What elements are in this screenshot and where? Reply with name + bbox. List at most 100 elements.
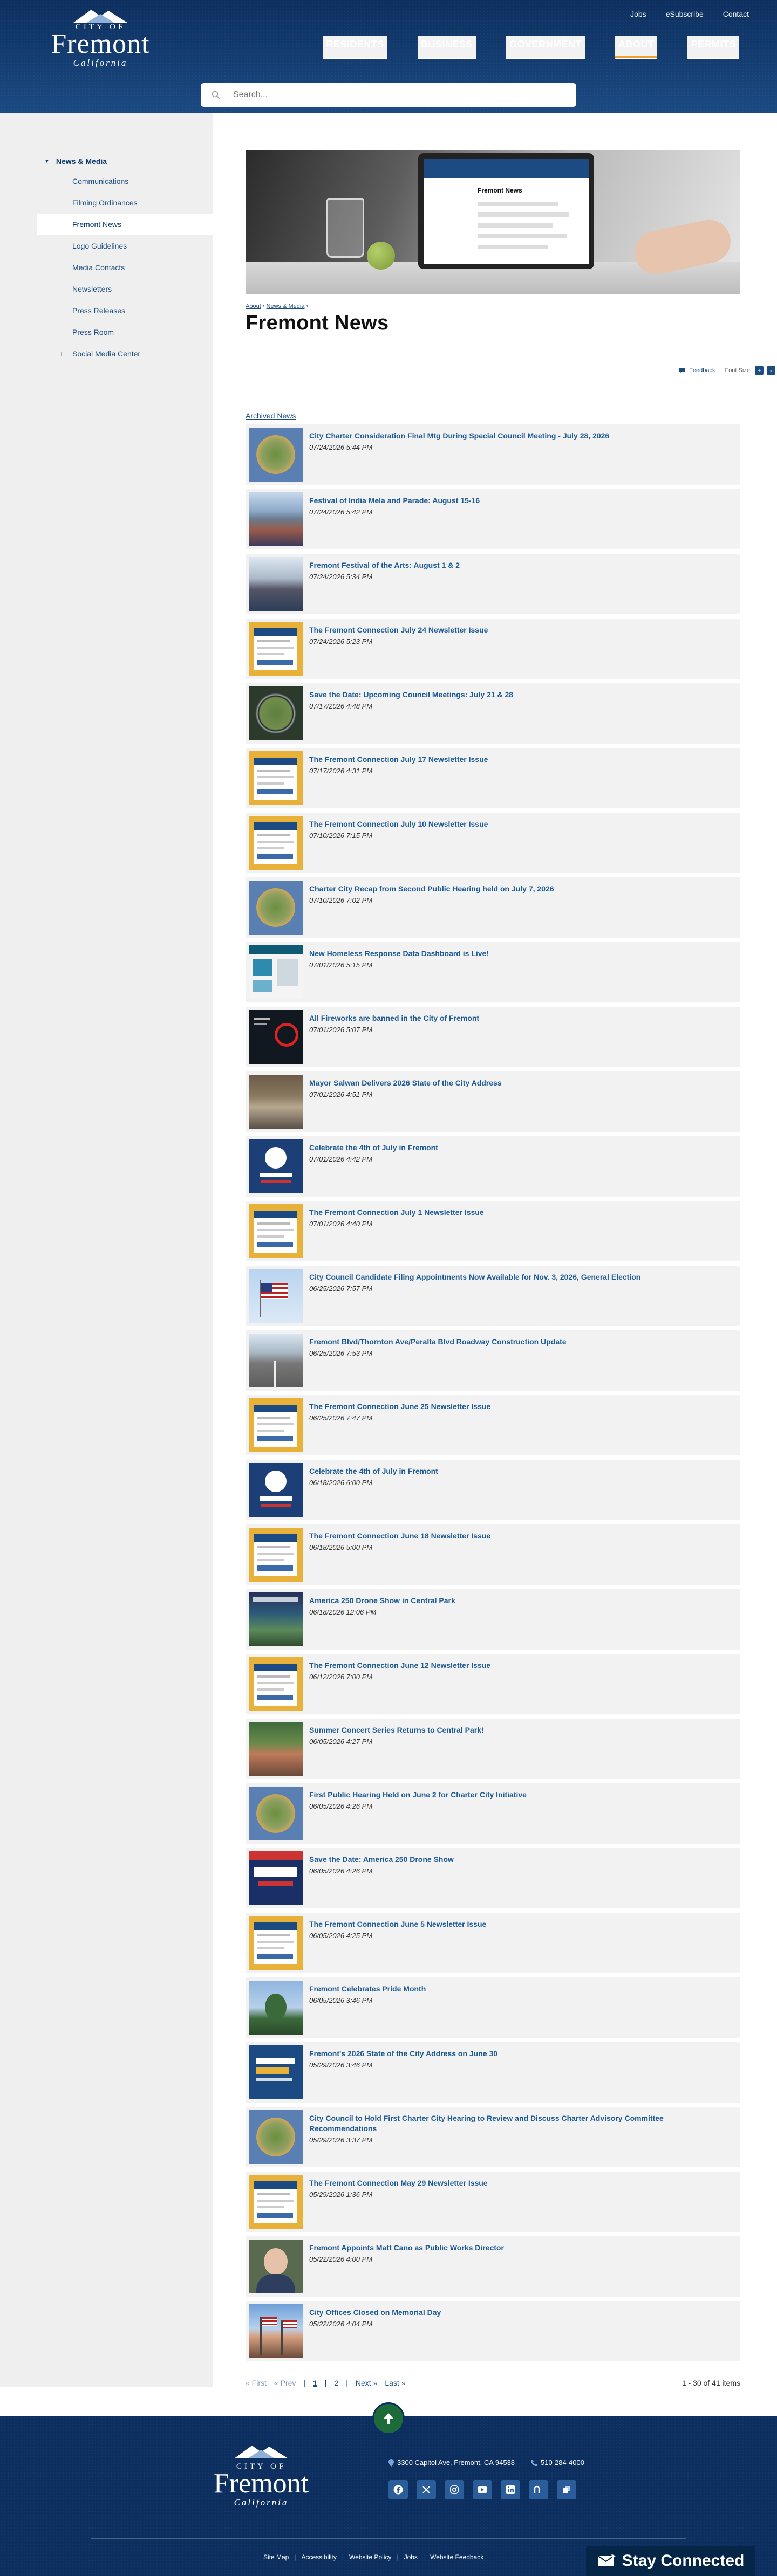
- news-title-link[interactable]: The Fremont Connection May 29 Newsletter…: [309, 2179, 488, 2187]
- news-item[interactable]: Fremont Blvd/Thornton Ave/Peralta Blvd R…: [246, 1330, 740, 1392]
- expand-plus-icon[interactable]: +: [59, 343, 64, 365]
- breadcrumb-about[interactable]: About: [246, 303, 261, 310]
- sidenav-section-news-media[interactable]: ▼ News & Media: [37, 152, 213, 170]
- news-title-link[interactable]: City Council to Hold First Charter City …: [309, 2114, 664, 2133]
- news-item[interactable]: The Fremont Connection June 25 Newslette…: [246, 1395, 740, 1457]
- sidenav-item-fremont-news[interactable]: Fremont News: [37, 214, 213, 235]
- news-title-link[interactable]: America 250 Drone Show in Central Park: [309, 1596, 455, 1605]
- pager-next[interactable]: Next »: [356, 2379, 377, 2387]
- news-item[interactable]: Celebrate the 4th of July in Fremont 06/1…: [246, 1460, 740, 1521]
- news-title-link[interactable]: Fremont's 2026 State of the City Address…: [309, 2049, 497, 2058]
- news-item[interactable]: Fremont Appoints Matt Cano as Public Wor…: [246, 2236, 740, 2298]
- news-title-link[interactable]: The Fremont Connection June 25 Newslette…: [309, 1402, 490, 1411]
- news-item[interactable]: Charter City Recap from Second Public He…: [246, 877, 740, 939]
- news-title-link[interactable]: City Offices Closed on Memorial Day: [309, 2308, 441, 2317]
- pager-page-2[interactable]: 2: [334, 2379, 338, 2387]
- news-item[interactable]: City Council Candidate Filing Appointmen…: [246, 1266, 740, 1327]
- footer-link-website-feedback[interactable]: Website Feedback: [430, 2553, 483, 2561]
- news-title-link[interactable]: Celebrate the 4th of July in Fremont: [309, 1467, 438, 1475]
- news-title-link[interactable]: The Fremont Connection July 17 Newslette…: [309, 755, 488, 764]
- font-decrease-button[interactable]: -: [767, 366, 775, 375]
- sidenav-item-social-media-center[interactable]: + Social Media Center: [37, 343, 213, 365]
- pager-page-1[interactable]: 1: [313, 2379, 317, 2387]
- city-logo[interactable]: CITY OF Fremont California: [37, 8, 164, 68]
- news-title-link[interactable]: The Fremont Connection June 5 Newsletter…: [309, 1920, 486, 1928]
- news-thumbnail[interactable]: [249, 686, 303, 740]
- news-thumbnail[interactable]: [249, 1463, 303, 1517]
- news-title-link[interactable]: The Fremont Connection June 18 Newslette…: [309, 1531, 490, 1540]
- news-item[interactable]: All Fireworks are banned in the City of …: [246, 1007, 740, 1068]
- news-title-link[interactable]: Fremont Blvd/Thornton Ave/Peralta Blvd R…: [309, 1337, 567, 1346]
- breadcrumb-news-media[interactable]: News & Media: [267, 303, 305, 310]
- footer-phone[interactable]: 510-284-4000: [531, 2458, 584, 2467]
- nav-government[interactable]: GOVERNMENT: [506, 36, 585, 59]
- news-item[interactable]: Fremont Festival of the Arts: August 1 &…: [246, 554, 740, 615]
- news-title-link[interactable]: Fremont Festival of the Arts: August 1 &…: [309, 561, 460, 569]
- nav-business[interactable]: BUSINESS: [417, 36, 476, 59]
- news-item[interactable]: The Fremont Connection July 10 Newslette…: [246, 813, 740, 874]
- footer-logo[interactable]: CITY OF Fremont California: [197, 2443, 325, 2508]
- news-thumbnail[interactable]: [249, 1204, 303, 1258]
- pager-first[interactable]: « First: [246, 2379, 267, 2387]
- footer-address[interactable]: 3300 Capitol Ave, Fremont, CA 94538: [388, 2458, 515, 2467]
- news-item[interactable]: The Fremont Connection June 18 Newslette…: [246, 1524, 740, 1586]
- news-title-link[interactable]: City Council Candidate Filing Appointmen…: [309, 1273, 640, 1281]
- news-item[interactable]: Save the Date: America 250 Drone Show 06/…: [246, 1848, 740, 1909]
- news-item[interactable]: Celebrate the 4th of July in Fremont 07/0…: [246, 1136, 740, 1198]
- news-title-link[interactable]: All Fireworks are banned in the City of …: [309, 1014, 479, 1022]
- news-item[interactable]: City Council to Hold First Charter City …: [246, 2107, 740, 2168]
- news-item[interactable]: City Offices Closed on Memorial Day 05/22…: [246, 2301, 740, 2362]
- footer-link-jobs[interactable]: Jobs: [404, 2553, 418, 2561]
- news-thumbnail[interactable]: [249, 2175, 303, 2229]
- news-title-link[interactable]: Festival of India Mela and Parade: Augus…: [309, 496, 480, 505]
- news-thumbnail[interactable]: [249, 428, 303, 482]
- news-title-link[interactable]: Fremont Appoints Matt Cano as Public Wor…: [309, 2243, 504, 2252]
- youtube-icon[interactable]: [473, 2480, 492, 2499]
- search-input[interactable]: [233, 90, 557, 100]
- news-item[interactable]: America 250 Drone Show in Central Park 06…: [246, 1589, 740, 1651]
- news-thumbnail[interactable]: [249, 1528, 303, 1582]
- news-thumbnail[interactable]: [249, 1981, 303, 2035]
- news-thumbnail[interactable]: [249, 2045, 303, 2099]
- news-item[interactable]: The Fremont Connection June 5 Newsletter…: [246, 1913, 740, 1974]
- nextdoor-icon[interactable]: [529, 2480, 548, 2499]
- facebook-icon[interactable]: [388, 2480, 408, 2499]
- news-thumbnail[interactable]: [249, 816, 303, 870]
- news-title-link[interactable]: Mayor Salwan Delivers 2026 State of the …: [309, 1079, 502, 1087]
- sidenav-item-logo-guidelines[interactable]: Logo Guidelines: [37, 235, 213, 257]
- news-item[interactable]: The Fremont Connection May 29 Newsletter…: [246, 2172, 740, 2233]
- sidenav-item-press-releases[interactable]: Press Releases: [37, 300, 213, 321]
- news-item[interactable]: The Fremont Connection June 12 Newslette…: [246, 1654, 740, 1715]
- news-thumbnail[interactable]: [249, 622, 303, 676]
- nav-permits[interactable]: PERMITS: [687, 36, 739, 59]
- pager-prev[interactable]: « Prev: [274, 2379, 296, 2387]
- sidenav-item-newsletters[interactable]: Newsletters: [37, 278, 213, 300]
- news-thumbnail[interactable]: [249, 945, 303, 999]
- news-item[interactable]: City Charter Consideration Final Mtg Dur…: [246, 424, 740, 486]
- news-item[interactable]: The Fremont Connection July 1 Newsletter…: [246, 1201, 740, 1262]
- news-item[interactable]: Save the Date: Upcoming Council Meetings…: [246, 683, 740, 745]
- news-thumbnail[interactable]: [249, 1851, 303, 1905]
- news-item[interactable]: Fremont's 2026 State of the City Address…: [246, 2042, 740, 2104]
- news-thumbnail[interactable]: [249, 1787, 303, 1840]
- sidenav-item-media-contacts[interactable]: Media Contacts: [37, 257, 213, 278]
- feedback-link[interactable]: Feedback: [678, 367, 715, 374]
- news-thumbnail[interactable]: [249, 2304, 303, 2358]
- stay-connected-button[interactable]: Stay Connected: [586, 2546, 755, 2576]
- news-title-link[interactable]: City Charter Consideration Final Mtg Dur…: [309, 431, 609, 440]
- search-icon[interactable]: [212, 91, 220, 99]
- news-title-link[interactable]: The Fremont Connection July 10 Newslette…: [309, 820, 488, 828]
- news-title-link[interactable]: Fremont Celebrates Pride Month: [309, 1984, 426, 1993]
- news-title-link[interactable]: Celebrate the 4th of July in Fremont: [309, 1143, 438, 1152]
- back-to-top-button[interactable]: [372, 2402, 405, 2435]
- news-item[interactable]: The Fremont Connection July 17 Newslette…: [246, 748, 740, 809]
- news-item[interactable]: Festival of India Mela and Parade: Augus…: [246, 489, 740, 551]
- news-title-link[interactable]: New Homeless Response Data Dashboard is …: [309, 949, 489, 958]
- nav-about[interactable]: ABOUT: [615, 36, 658, 59]
- sidenav-item-communications[interactable]: Communications: [37, 170, 213, 192]
- news-thumbnail[interactable]: [249, 751, 303, 805]
- news-thumbnail[interactable]: [249, 1592, 303, 1646]
- news-thumbnail[interactable]: [249, 1722, 303, 1776]
- news-title-link[interactable]: Save the Date: America 250 Drone Show: [309, 1855, 454, 1864]
- news-item[interactable]: Fremont Celebrates Pride Month 06/05/2026…: [246, 1977, 740, 2039]
